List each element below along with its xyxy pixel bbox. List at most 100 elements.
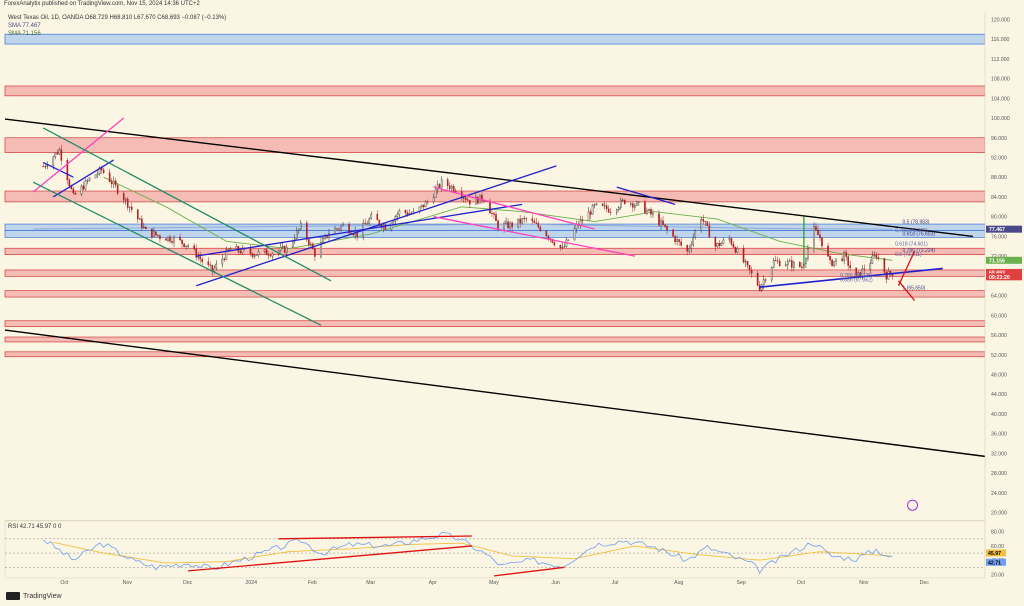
candle-body xyxy=(547,235,550,239)
candle-body xyxy=(601,203,604,206)
y-tick-label-7: 92.000 xyxy=(991,155,1007,161)
candle-body xyxy=(56,152,59,155)
candle-body xyxy=(563,246,566,248)
x-tick-label-3: 2024 xyxy=(246,580,258,586)
candle-body xyxy=(207,261,210,265)
candle-body xyxy=(517,218,519,228)
candle-body xyxy=(157,234,159,236)
candle-body xyxy=(215,263,218,269)
candle-body xyxy=(607,208,610,213)
sma-fast-value: 71.156 xyxy=(22,31,41,37)
candle-body xyxy=(209,264,212,266)
candle-body xyxy=(285,246,288,253)
candle-body xyxy=(748,264,751,271)
candle-body xyxy=(185,245,187,247)
candle-body xyxy=(507,221,509,229)
price-label-0: 77.467 xyxy=(989,227,1005,233)
candle-body xyxy=(617,207,620,210)
candle-body xyxy=(300,222,302,230)
candle-body xyxy=(676,239,678,243)
candle-body xyxy=(426,201,429,203)
candle-body xyxy=(720,242,723,247)
candle-body xyxy=(169,236,171,242)
y-tick-label-4: 104.000 xyxy=(991,96,1010,102)
candle-body xyxy=(871,255,874,264)
candle-body xyxy=(424,201,427,208)
candle-body xyxy=(84,180,87,190)
fib-label-3: 1 (65.650) xyxy=(902,285,925,291)
candle-body xyxy=(730,238,733,245)
candle-body xyxy=(690,244,693,249)
candle-body xyxy=(139,218,141,220)
tradingview-brand[interactable]: TradingView xyxy=(6,592,62,600)
rsi-tick-label-1: 60.00 xyxy=(991,544,1004,550)
y-tick-label-19: 44.000 xyxy=(991,392,1007,398)
candle-body xyxy=(153,231,155,238)
x-tick-label-8: Jun xyxy=(551,580,559,586)
y-tick-label-10: 80.000 xyxy=(991,215,1007,221)
sma-slow-label: SMA xyxy=(8,23,21,29)
candle xyxy=(601,203,604,207)
rsi-value-label-1: 42.71 xyxy=(988,560,1001,566)
zone-red-8 xyxy=(4,290,986,298)
x-tick-label-5: Mar xyxy=(366,580,375,586)
candle-body xyxy=(708,225,711,238)
candle-body xyxy=(511,222,513,228)
candle-body xyxy=(678,239,680,242)
candle-body xyxy=(706,221,709,226)
y-tick-label-22: 32.000 xyxy=(991,451,1007,457)
y-tick-label-25: 20.000 xyxy=(991,511,1007,517)
candle-body xyxy=(197,256,199,258)
chart-stage: ForexAnalytix published on TradingView.c… xyxy=(0,0,1024,606)
candle-body xyxy=(46,165,49,167)
candle-body xyxy=(829,255,831,261)
candle-body xyxy=(165,238,167,241)
candle-body xyxy=(390,222,393,230)
zone-red-1 xyxy=(4,85,986,97)
y-tick-label-6: 96.000 xyxy=(991,136,1007,142)
candle xyxy=(831,258,833,267)
candle-body xyxy=(533,220,536,223)
candle-body xyxy=(835,258,837,262)
candle-body xyxy=(650,209,652,215)
candle-body xyxy=(827,245,829,257)
candle-body xyxy=(813,226,815,249)
candle-body xyxy=(634,204,636,208)
candle-body xyxy=(714,237,717,247)
zone-red-2 xyxy=(4,137,986,153)
candle-body xyxy=(519,218,521,224)
fib-label-left-1: 0.618 (74.601) xyxy=(895,241,928,247)
candle-body xyxy=(338,228,340,230)
candle-body xyxy=(183,243,185,247)
candle-body xyxy=(873,254,876,257)
candle-body xyxy=(561,246,564,248)
candle xyxy=(672,228,674,238)
candle-body xyxy=(786,260,789,265)
candle-body xyxy=(845,252,847,257)
candle-body xyxy=(531,218,534,222)
candle xyxy=(644,199,646,214)
candle xyxy=(706,220,709,227)
candle-body xyxy=(173,236,175,243)
candle-body xyxy=(342,224,344,227)
candle-body xyxy=(784,264,787,267)
candle-body xyxy=(644,201,646,214)
candle-body xyxy=(505,221,507,224)
candle-body xyxy=(193,245,195,250)
candle-body xyxy=(799,261,801,267)
candle-body xyxy=(553,242,556,246)
candle-body xyxy=(141,218,143,229)
candle-body xyxy=(42,166,45,168)
candle-body xyxy=(297,228,300,231)
rsi-legend: RSI 42.71 45.97 0 0 xyxy=(8,524,62,530)
candle-body xyxy=(503,223,505,230)
candle-body xyxy=(465,197,467,200)
candle-body xyxy=(680,241,682,246)
candle-body xyxy=(352,234,354,236)
candle-body xyxy=(762,279,765,285)
candle-body xyxy=(143,226,145,229)
price-chart-svg[interactable]: 0.5 (78.983)0.618 (76.603)0.786 (73.224)… xyxy=(0,0,1024,606)
candle-body xyxy=(334,228,336,234)
candle-body xyxy=(253,255,256,257)
candle-body xyxy=(102,169,105,173)
